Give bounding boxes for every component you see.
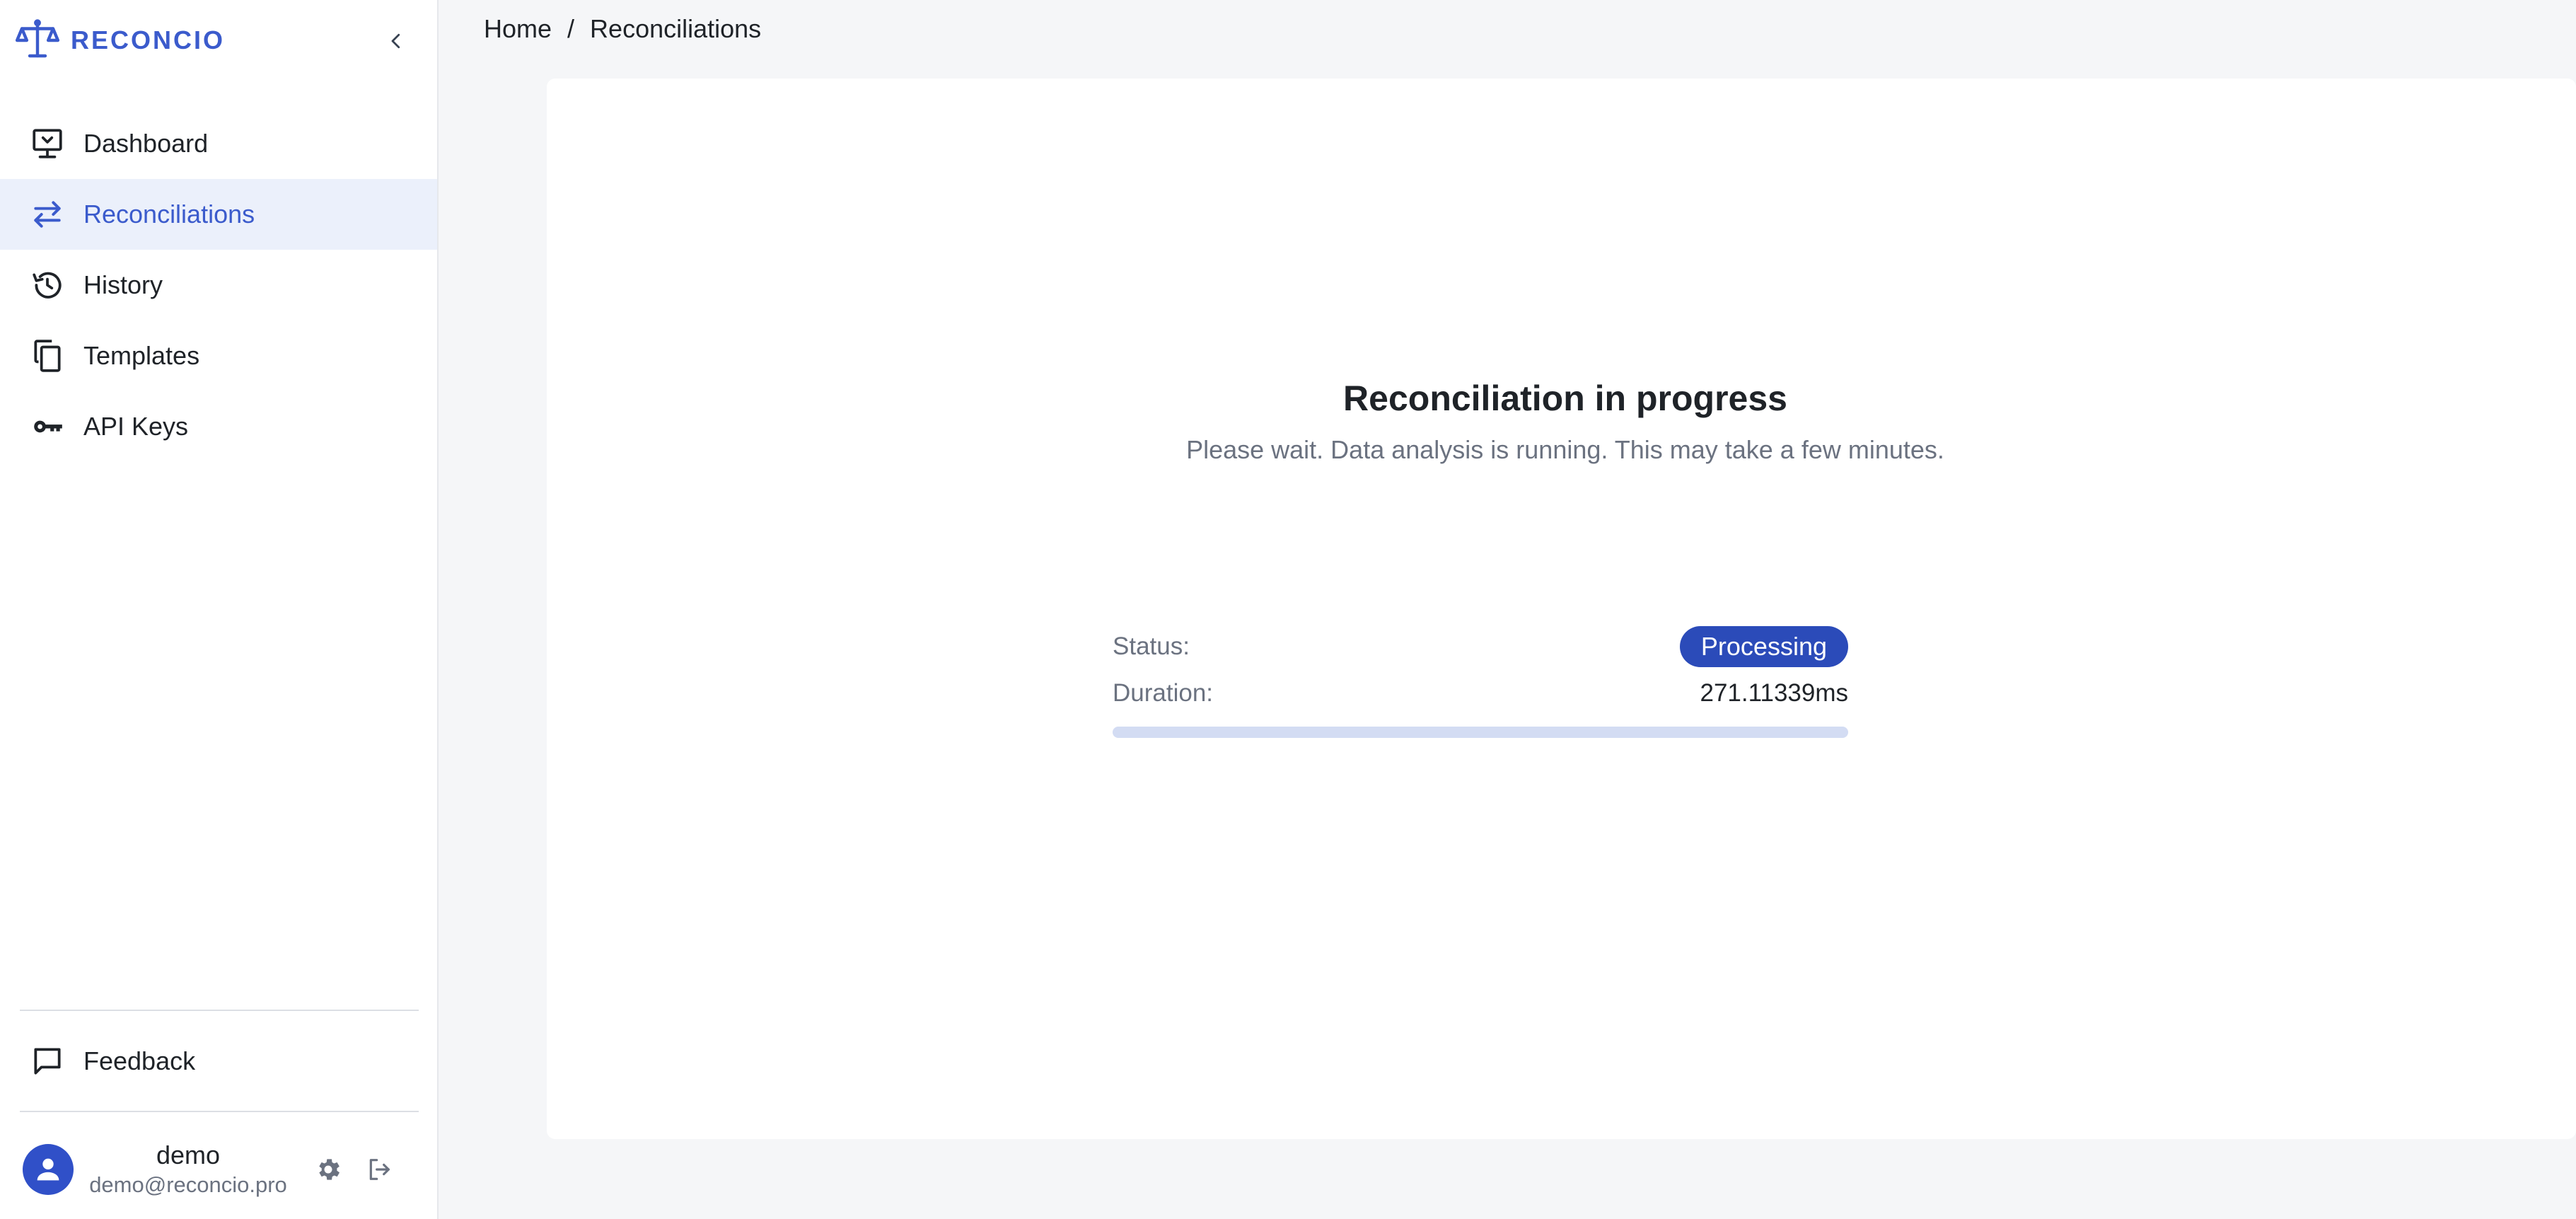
sidebar: RECONCIO Dashboard Reconciliations Histo… — [0, 0, 439, 1219]
sidebar-item-label: Reconciliations — [83, 200, 255, 229]
feedback-button[interactable]: Feedback — [0, 1026, 437, 1097]
chevron-left-icon — [391, 33, 400, 49]
user-panel: demo demo@reconcio.pro — [23, 1139, 419, 1200]
monitor-icon — [28, 125, 66, 163]
settings-button[interactable] — [311, 1152, 345, 1186]
progress-bar — [1113, 727, 1848, 738]
breadcrumb-separator: / — [567, 14, 575, 43]
progress-details: Status: Processing Duration: 271.11339ms — [1113, 623, 1848, 738]
feedback-label: Feedback — [83, 1046, 196, 1075]
key-icon — [28, 408, 66, 446]
sidebar-item-label: Dashboard — [83, 129, 209, 158]
sidebar-item-api-keys[interactable]: API Keys — [0, 391, 437, 462]
sidebar-nav: Dashboard Reconciliations History Templa… — [0, 108, 437, 462]
app-name: RECONCIO — [71, 25, 226, 54]
duration-row: Duration: 271.11339ms — [1113, 670, 1848, 717]
avatar[interactable] — [23, 1144, 74, 1195]
user-email: demo@reconcio.pro — [89, 1172, 287, 1197]
user-name: demo — [156, 1140, 221, 1169]
scales-icon — [15, 19, 60, 58]
status-label: Status: — [1113, 632, 1190, 660]
duration-label: Duration: — [1113, 679, 1214, 707]
feedback-section: Feedback — [0, 1026, 437, 1097]
sidebar-item-dashboard[interactable]: Dashboard — [0, 108, 437, 179]
sidebar-item-templates[interactable]: Templates — [0, 320, 437, 391]
sidebar-item-history[interactable]: History — [0, 250, 437, 320]
collapse-sidebar-button[interactable] — [382, 27, 410, 55]
page-title: Reconciliation in progress — [1343, 379, 1787, 418]
logout-button[interactable] — [362, 1152, 396, 1186]
breadcrumb-home-link[interactable]: Home — [484, 14, 552, 44]
swap-arrows-icon — [28, 195, 66, 233]
user-info: demo demo@reconcio.pro — [82, 1140, 294, 1199]
breadcrumb-current: Reconciliations — [590, 14, 762, 43]
sidebar-item-label: Templates — [83, 341, 200, 370]
history-icon — [28, 266, 66, 304]
main-card: Reconciliation in progress Please wait. … — [547, 79, 2576, 1139]
logout-icon — [369, 1159, 390, 1180]
status-row: Status: Processing — [1113, 623, 1848, 670]
sidebar-item-label: History — [83, 270, 163, 299]
duration-value: 271.11339ms — [1700, 679, 1848, 707]
sidebar-divider — [20, 1111, 419, 1112]
chat-bubble-icon — [28, 1042, 66, 1080]
sidebar-divider — [20, 1010, 419, 1011]
copy-icon — [28, 337, 66, 375]
gear-icon — [319, 1159, 340, 1180]
sidebar-item-label: API Keys — [83, 412, 189, 441]
progress-subtitle: Please wait. Data analysis is running. T… — [1186, 435, 1944, 464]
app-logo[interactable]: RECONCIO — [14, 17, 225, 64]
status-badge: Processing — [1679, 626, 1848, 667]
progress-header: Reconciliation in progress Please wait. … — [1176, 376, 1954, 466]
sidebar-item-reconciliations[interactable]: Reconciliations — [0, 179, 437, 250]
user-icon — [37, 1158, 59, 1181]
breadcrumb: Home / Reconciliations — [484, 14, 761, 44]
